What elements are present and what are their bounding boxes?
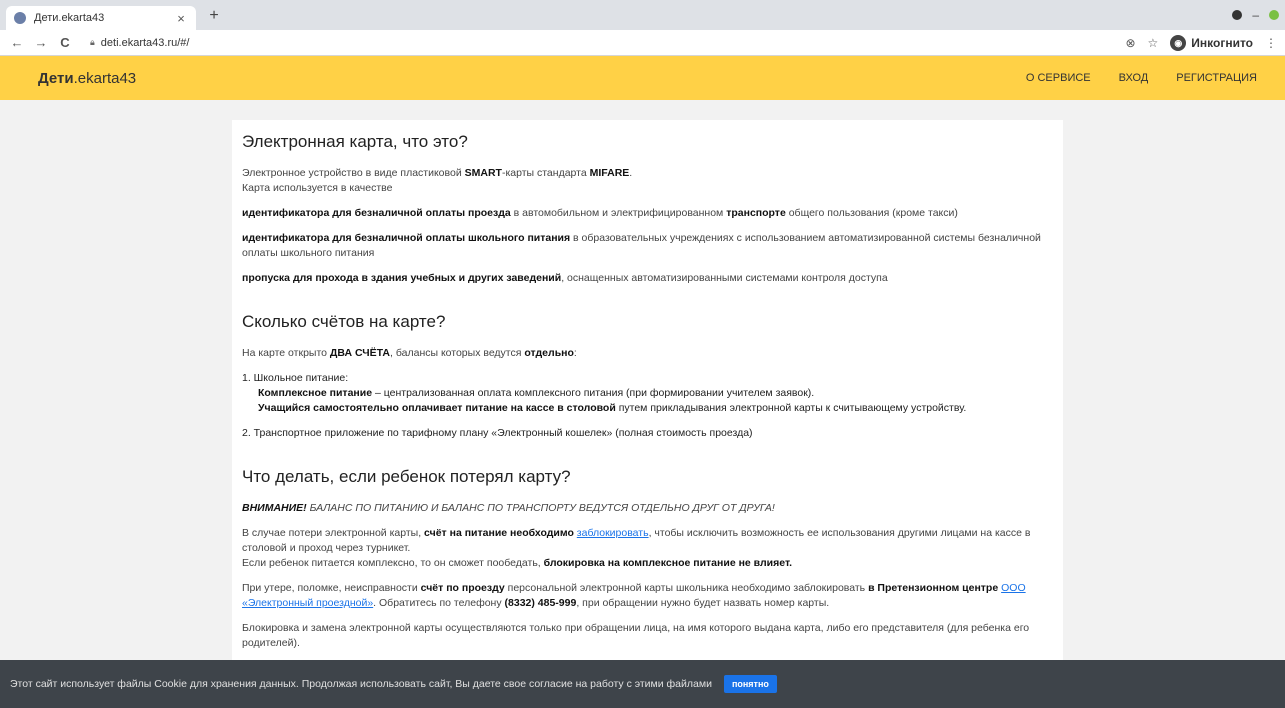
cookie-banner: Этот сайт использует файлы Cookie для хр… — [0, 660, 1285, 708]
lost-card-transport: При утере, поломке, неисправности счёт п… — [242, 582, 1026, 609]
browser-tabbar: Дети.ekarta43 × + – — [0, 0, 1285, 30]
window-controls: – — [1232, 8, 1279, 22]
site-header: Дети.ekarta43 О СЕРВИСЕ ВХОД РЕГИСТРАЦИЯ — [0, 56, 1285, 100]
url-input[interactable]: deti.ekarta43.ru/#/ — [101, 37, 1126, 49]
incognito-icon: ◉ — [1170, 34, 1187, 51]
bookmark-star-icon[interactable]: ☆ — [1148, 36, 1159, 50]
account-item-transport: 2. Транспортное приложение по тарифному … — [242, 427, 753, 439]
tab-title: Дети.ekarta43 — [34, 12, 105, 24]
warning-text: ВНИМАНИЕ! БАЛАНС ПО ПИТАНИЮ И БАЛАНС ПО … — [242, 502, 775, 514]
nav-about-link[interactable]: О СЕРВИСЕ — [1026, 72, 1091, 84]
tab-close-icon[interactable]: × — [174, 11, 188, 26]
address-bar: ← → C 🔒︎ deti.ekarta43.ru/#/ ⊗ ☆ ◉ Инког… — [0, 30, 1285, 56]
usage-transport: идентификатора для безналичной оплаты пр… — [242, 207, 958, 219]
maximize-icon[interactable] — [1269, 10, 1279, 20]
accounts-intro: На карте открыто ДВА СЧЁТА, балансы кото… — [242, 347, 577, 359]
back-arrow-icon[interactable]: ← — [8, 35, 26, 50]
replacement-info: Блокировка и замена электронной карты ос… — [242, 622, 1030, 649]
incognito-label: Инкогнито — [1191, 35, 1253, 50]
incognito-badge[interactable]: ◉ Инкогнито — [1170, 34, 1253, 51]
block-link[interactable]: заблокировать — [577, 527, 649, 539]
account-item-food: 1. Школьное питание: Комплексное питание… — [242, 372, 967, 414]
lock-icon[interactable]: 🔒︎ — [90, 37, 95, 48]
card-description: Электронное устройство в виде пластиково… — [242, 167, 633, 194]
site-logo[interactable]: Дети.ekarta43 — [38, 70, 998, 87]
minimize-icon[interactable]: – — [1252, 8, 1259, 22]
browser-menu-icon[interactable]: ⋮ — [1265, 36, 1277, 50]
nav-login-link[interactable]: ВХОД — [1119, 72, 1149, 84]
section-title-accounts: Сколько счётов на карте? — [242, 312, 446, 331]
brand-rest: .ekarta43 — [73, 69, 137, 87]
nav-register-link[interactable]: РЕГИСТРАЦИЯ — [1176, 72, 1257, 84]
new-tab-button[interactable]: + — [204, 6, 224, 26]
usage-access: пропуска для прохода в здания учебных и … — [242, 272, 888, 284]
section-title-what-is-card: Электронная карта, что это? — [242, 132, 468, 151]
record-icon[interactable] — [1232, 10, 1243, 20]
extension-icon[interactable]: ⊗ — [1125, 36, 1135, 50]
browser-tab[interactable]: Дети.ekarta43 × — [6, 6, 196, 30]
usage-food: идентификатора для безналичной оплаты шк… — [242, 232, 1041, 259]
site-favicon-icon — [14, 12, 26, 24]
reload-icon[interactable]: C — [56, 35, 74, 50]
cookie-accept-button[interactable]: понятно — [723, 675, 777, 693]
brand-bold: Дети — [38, 69, 74, 87]
lost-card-food: В случае потери электронной карты, счёт … — [242, 527, 1031, 569]
cookie-text: Этот сайт использует файлы Cookie для хр… — [10, 678, 712, 690]
section-title-lost-card: Что делать, если ребенок потерял карту? — [242, 467, 571, 486]
forward-arrow-icon[interactable]: → — [32, 35, 50, 50]
main-content: Электронная карта, что это? Электронное … — [232, 120, 1063, 708]
